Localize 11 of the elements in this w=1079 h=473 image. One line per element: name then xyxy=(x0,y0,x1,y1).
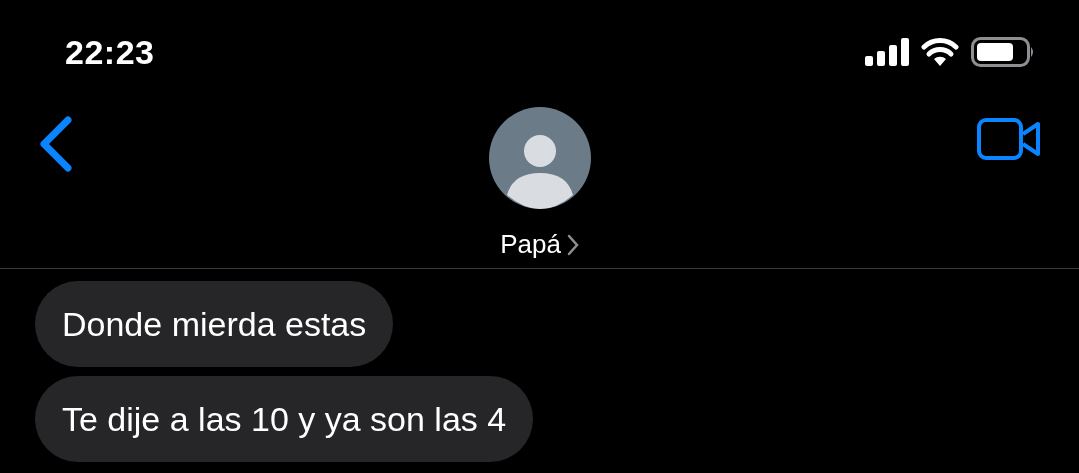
back-icon[interactable] xyxy=(38,116,74,172)
signal-icon xyxy=(865,38,909,66)
video-call-icon[interactable] xyxy=(977,118,1041,160)
contact-name[interactable]: Papá xyxy=(500,229,561,260)
clock-time: 22:23 xyxy=(65,32,155,72)
wifi-icon xyxy=(921,38,959,66)
avatar-icon[interactable] xyxy=(488,107,591,209)
message-bubble: Te dije a las 10 y ya son las 4 xyxy=(35,376,534,462)
message-bubble: Donde mierda estas xyxy=(35,281,394,367)
battery-icon xyxy=(971,37,1035,67)
chevron-icon[interactable] xyxy=(566,233,579,256)
